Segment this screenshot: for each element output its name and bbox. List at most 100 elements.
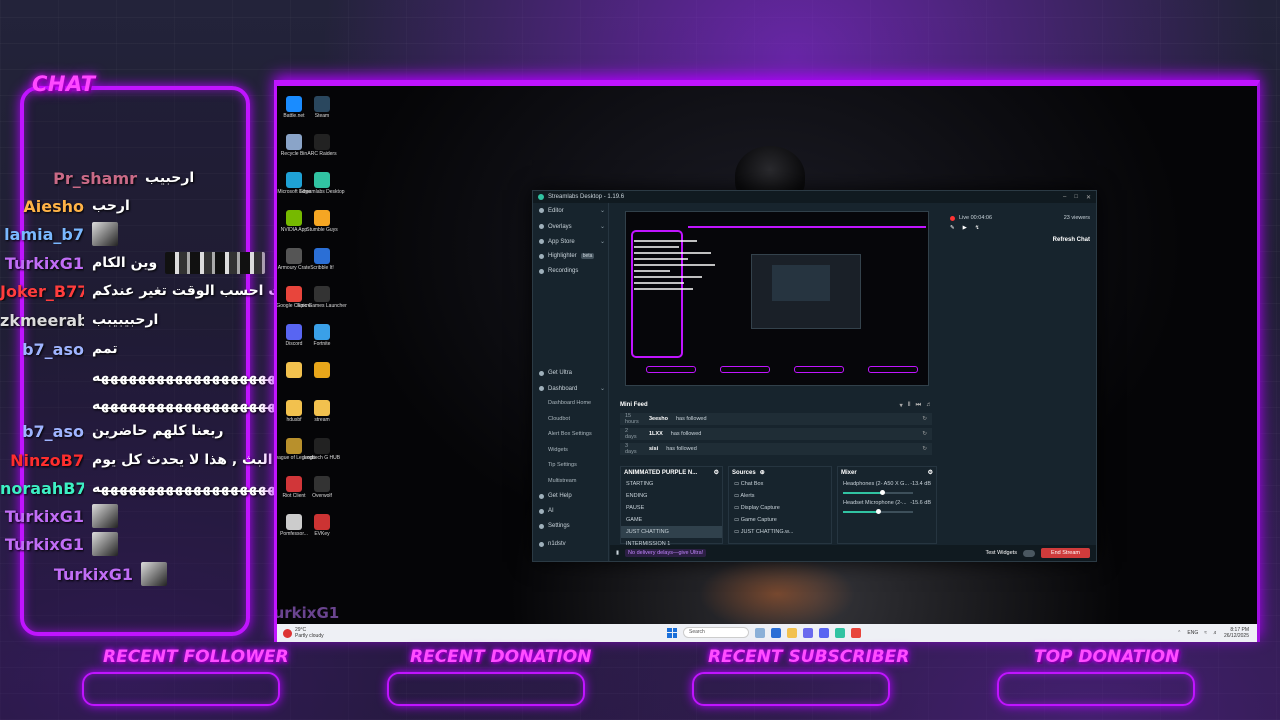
- nav-editor[interactable]: Editor ⌄: [539, 207, 605, 214]
- scene-item[interactable]: GAME: [621, 514, 722, 526]
- replay-icon[interactable]: ↻: [922, 431, 927, 437]
- chat-username: TurkixG1: [4, 506, 84, 526]
- skip-icon[interactable]: ⏭: [916, 402, 921, 409]
- desktop-shortcut[interactable]: hdusbf: [279, 400, 309, 423]
- windows-start-icon[interactable]: [667, 627, 677, 638]
- nav-get-help[interactable]: Get Help: [539, 493, 605, 499]
- task-view-icon[interactable]: [755, 627, 765, 638]
- dashboard-subitem[interactable]: Cloudbot: [548, 416, 570, 422]
- dashboard-subitem[interactable]: Widgets: [548, 447, 568, 453]
- edge-taskbar-icon[interactable]: [771, 627, 781, 638]
- nav-account[interactable]: n1dstv: [539, 541, 605, 547]
- desktop-shortcut[interactable]: Riot Client: [279, 476, 309, 499]
- desktop-shortcut[interactable]: Fortnite: [307, 324, 337, 347]
- desktop-shortcut[interactable]: Logitech G HUB: [304, 438, 340, 461]
- minimize-icon[interactable]: –: [1063, 194, 1066, 201]
- desktop-shortcut[interactable]: Steam: [307, 96, 337, 119]
- wifi-icon[interactable]: ≈: [1204, 630, 1207, 636]
- taskbar-search[interactable]: Search: [683, 627, 749, 638]
- nav-dashboard[interactable]: Dashboard ⌄: [539, 385, 605, 392]
- nav-ai[interactable]: AI: [539, 508, 605, 514]
- desktop-shortcut[interactable]: Streamlabs Desktop: [299, 172, 345, 195]
- shortcut-label: stream: [314, 417, 330, 423]
- desktop-shortcut[interactable]: stream: [307, 400, 337, 423]
- streamlabs-window[interactable]: Streamlabs Desktop - 1.19.6 – □ ✕ Editor…: [532, 190, 1097, 562]
- store-taskbar-icon[interactable]: [803, 627, 813, 638]
- nav-recordings[interactable]: Recordings: [539, 268, 605, 274]
- nav-app-store[interactable]: App Store ⌄: [539, 238, 605, 245]
- streamlabs-taskbar-icon[interactable]: [835, 627, 845, 638]
- streamlabs-footer: ▮ No delivery delays—give Ultra! Test Wi…: [610, 545, 1096, 561]
- scene-settings-icon[interactable]: ⚙: [714, 469, 719, 476]
- mixer-settings-icon[interactable]: ⚙: [928, 469, 933, 476]
- desktop-shortcut[interactable]: Stumble Guys: [306, 210, 338, 233]
- source-item[interactable]: ▭ Chat Box: [729, 478, 831, 490]
- stream-preview[interactable]: [625, 211, 929, 386]
- desktop-shortcut[interactable]: [307, 362, 337, 379]
- ultra-promo[interactable]: No delivery delays—give Ultra!: [625, 549, 707, 557]
- share-icon[interactable]: ↯: [975, 225, 980, 231]
- refresh-chat-button[interactable]: Refresh Chat: [950, 237, 1090, 243]
- chrome-taskbar-icon[interactable]: [851, 627, 861, 638]
- desktop-shortcut[interactable]: Epic Games Launcher: [297, 286, 347, 309]
- source-item[interactable]: ▭ JUST CHATTING.w...: [729, 526, 831, 538]
- nav-settings[interactable]: Settings: [539, 523, 605, 529]
- desktop-shortcut[interactable]: Overwolf: [307, 476, 337, 499]
- shortcut-label: Steam: [314, 113, 330, 119]
- volume-slider[interactable]: [843, 490, 913, 495]
- source-item[interactable]: ▭ Display Capture: [729, 502, 831, 514]
- taskbar-clock[interactable]: 8:17 PM 26/12/2025: [1224, 627, 1249, 639]
- stats-icon[interactable]: ▮: [616, 550, 619, 556]
- explorer-taskbar-icon[interactable]: [787, 627, 797, 638]
- chat-message: zkmeerab7 ارحبيبيبب: [0, 307, 158, 333]
- desktop-shortcut[interactable]: NVIDIA App: [279, 210, 309, 233]
- speaker-icon[interactable]: ♬: [1213, 630, 1218, 636]
- test-widgets-button[interactable]: Test Widgets: [985, 550, 1016, 556]
- nav-highlighter[interactable]: Highlighter beta: [539, 253, 605, 259]
- tray-chevron-icon[interactable]: ⌃: [1177, 630, 1181, 636]
- dashboard-subitem[interactable]: Multistream: [548, 478, 576, 484]
- desktop-shortcut[interactable]: Battle.net: [279, 96, 309, 119]
- play-icon[interactable]: ▶: [963, 225, 967, 231]
- dashboard-subitem[interactable]: Dashboard Home: [548, 400, 591, 406]
- filter-icon[interactable]: ▾: [900, 402, 903, 409]
- replay-icon[interactable]: ↻: [922, 416, 927, 422]
- desktop-shortcut[interactable]: Recycle Bin: [279, 134, 309, 157]
- streamlabs-titlebar[interactable]: Streamlabs Desktop - 1.19.6 – □ ✕: [533, 191, 1096, 203]
- nav-label: Get Ultra: [548, 370, 573, 376]
- weather-widget[interactable]: 29°C Partly cloudy: [283, 627, 324, 639]
- discord-taskbar-icon[interactable]: [819, 627, 829, 638]
- desktop-shortcut[interactable]: [279, 362, 309, 379]
- add-source-icon[interactable]: ⊕: [760, 469, 765, 476]
- close-icon[interactable]: ✕: [1086, 194, 1091, 201]
- pause-icon[interactable]: ‖: [908, 402, 911, 409]
- lang-indicator[interactable]: ENG: [1187, 630, 1198, 636]
- scene-item[interactable]: PAUSE: [621, 502, 722, 514]
- source-item[interactable]: ▭ Game Capture: [729, 514, 831, 526]
- volume-slider[interactable]: [843, 509, 913, 514]
- dashboard-subitem[interactable]: Tip Settings: [548, 462, 577, 468]
- dashboard-subitem[interactable]: Alert Box Settings: [548, 431, 592, 437]
- nav-label: App Store: [548, 238, 575, 245]
- nav-get-ultra[interactable]: Get Ultra: [539, 370, 605, 376]
- desktop-shortcut[interactable]: Pomfessor...: [279, 514, 309, 537]
- replay-icon[interactable]: ↻: [922, 446, 927, 452]
- scene-item[interactable]: STARTING: [621, 478, 722, 490]
- scene-item[interactable]: JUST CHATTING: [621, 526, 722, 538]
- desktop-shortcut[interactable]: Scribble It!: [307, 248, 337, 271]
- desktop-shortcut[interactable]: Discord: [279, 324, 309, 347]
- volume-icon[interactable]: ♬: [926, 402, 932, 409]
- source-item[interactable]: ▭ Alerts: [729, 490, 831, 502]
- nav-overlays[interactable]: Overlays ⌄: [539, 223, 605, 230]
- end-stream-button[interactable]: End Stream: [1040, 548, 1090, 558]
- scene-item[interactable]: ENDING: [621, 490, 722, 502]
- desktop-shortcut[interactable]: EVKey: [307, 514, 337, 537]
- preview-frame-top: [688, 226, 926, 228]
- desktop-shortcut[interactable]: ARC Raiders: [307, 134, 337, 157]
- edit-icon[interactable]: ✎: [950, 225, 955, 231]
- feed-row: 2 days 1LXX has followed ↻: [620, 428, 932, 440]
- maximize-icon[interactable]: □: [1074, 194, 1078, 201]
- scenes-title[interactable]: ANIMMATED PURPLE N...: [624, 470, 697, 476]
- test-widgets-toggle[interactable]: [1022, 549, 1035, 557]
- desktop-shortcut[interactable]: Armoury Crate: [278, 248, 310, 271]
